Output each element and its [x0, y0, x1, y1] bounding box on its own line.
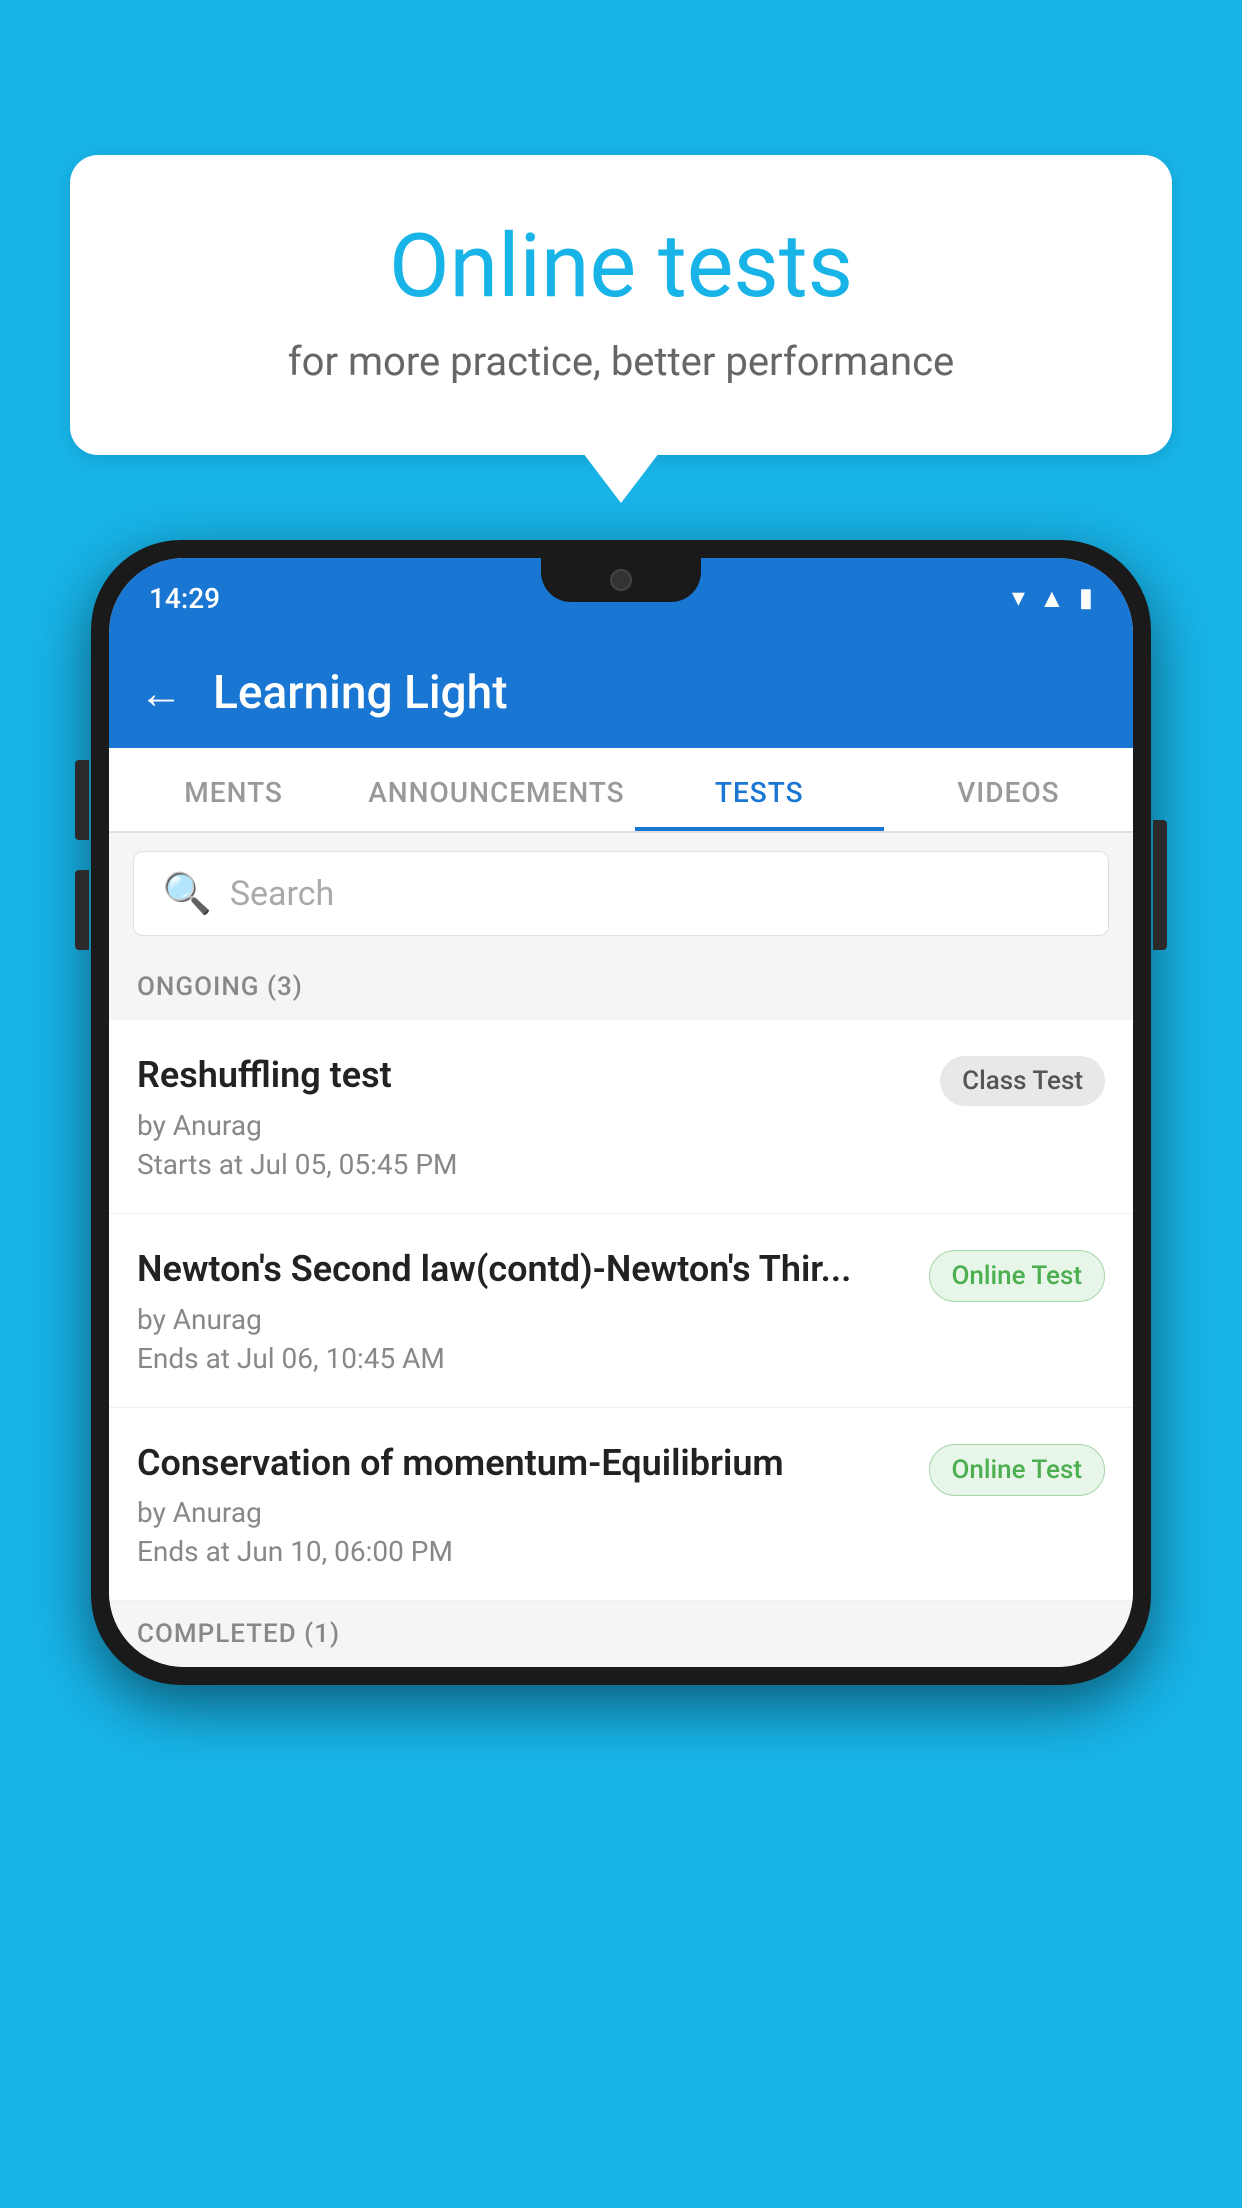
- test-item-time: Ends at Jul 06, 10:45 AM: [137, 1342, 909, 1375]
- volume-up-button: [75, 760, 89, 840]
- search-container: 🔍 Search: [109, 833, 1133, 954]
- status-bar: 14:29 ▾ ▲ ▮: [109, 558, 1133, 638]
- speech-bubble: Online tests for more practice, better p…: [70, 155, 1172, 455]
- tabs-bar: MENTS ANNOUNCEMENTS TESTS VIDEOS: [109, 748, 1133, 833]
- volume-down-button: [75, 870, 89, 950]
- app-bar-title: Learning Light: [213, 666, 508, 720]
- test-item-title: Conservation of momentum-Equilibrium: [137, 1440, 909, 1487]
- status-time: 14:29: [149, 582, 220, 615]
- test-item-author: by Anurag: [137, 1303, 909, 1336]
- test-badge-online: Online Test: [929, 1250, 1106, 1302]
- test-item-content: Newton's Second law(contd)-Newton's Thir…: [137, 1246, 909, 1375]
- speech-bubble-title: Online tests: [150, 215, 1092, 318]
- test-item-title: Newton's Second law(contd)-Newton's Thir…: [137, 1246, 909, 1293]
- completed-section-label: COMPLETED (1): [109, 1601, 1133, 1667]
- test-item-author: by Anurag: [137, 1496, 909, 1529]
- test-badge-online-2: Online Test: [929, 1444, 1106, 1496]
- tab-ments[interactable]: MENTS: [109, 748, 358, 831]
- test-item-title: Reshuffling test: [137, 1052, 920, 1099]
- test-item-time: Ends at Jun 10, 06:00 PM: [137, 1535, 909, 1568]
- wifi-icon: ▾: [1012, 583, 1025, 613]
- test-badge-class: Class Test: [940, 1056, 1105, 1106]
- test-item-time: Starts at Jul 05, 05:45 PM: [137, 1148, 920, 1181]
- front-camera: [610, 569, 632, 591]
- search-input[interactable]: Search: [230, 874, 334, 914]
- test-item[interactable]: Reshuffling test by Anurag Starts at Jul…: [109, 1020, 1133, 1214]
- app-bar: ← Learning Light: [109, 638, 1133, 748]
- test-item-content: Conservation of momentum-Equilibrium by …: [137, 1440, 909, 1569]
- phone-mockup: 14:29 ▾ ▲ ▮ ← Learning Light MENTS ANNOU…: [91, 540, 1151, 1685]
- test-item[interactable]: Conservation of momentum-Equilibrium by …: [109, 1408, 1133, 1602]
- speech-bubble-subtitle: for more practice, better performance: [150, 338, 1092, 385]
- power-button: [1153, 820, 1167, 950]
- status-icons: ▾ ▲ ▮: [1012, 583, 1093, 614]
- test-item-content: Reshuffling test by Anurag Starts at Jul…: [137, 1052, 920, 1181]
- signal-icon: ▲: [1039, 583, 1065, 614]
- speech-bubble-container: Online tests for more practice, better p…: [70, 155, 1172, 455]
- search-icon: 🔍: [162, 870, 212, 917]
- phone-notch: [541, 558, 701, 602]
- phone-screen: 14:29 ▾ ▲ ▮ ← Learning Light MENTS ANNOU…: [109, 558, 1133, 1667]
- tab-tests[interactable]: TESTS: [635, 748, 884, 831]
- tab-announcements[interactable]: ANNOUNCEMENTS: [358, 748, 634, 831]
- test-item[interactable]: Newton's Second law(contd)-Newton's Thir…: [109, 1214, 1133, 1408]
- back-button[interactable]: ←: [139, 667, 183, 719]
- tab-videos[interactable]: VIDEOS: [884, 748, 1133, 831]
- test-list: Reshuffling test by Anurag Starts at Jul…: [109, 1020, 1133, 1601]
- phone-outer: 14:29 ▾ ▲ ▮ ← Learning Light MENTS ANNOU…: [91, 540, 1151, 1685]
- test-item-author: by Anurag: [137, 1109, 920, 1142]
- ongoing-section-label: ONGOING (3): [109, 954, 1133, 1020]
- search-box[interactable]: 🔍 Search: [133, 851, 1109, 936]
- battery-icon: ▮: [1079, 583, 1093, 613]
